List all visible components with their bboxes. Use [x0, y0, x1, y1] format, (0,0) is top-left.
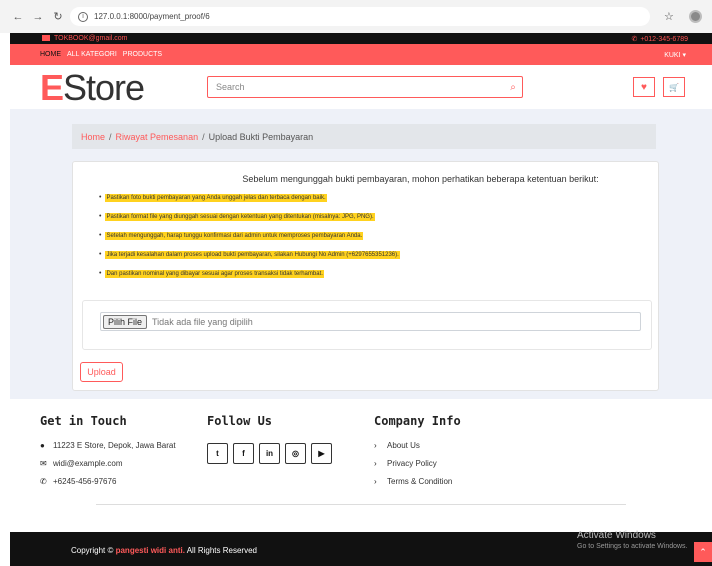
heart-icon: ♥ [641, 81, 647, 93]
footer-email: ✉ widi@example.com [40, 459, 123, 468]
upload-card: Sebelum mengunggah bukti pembayaran, moh… [72, 161, 659, 391]
cart-button[interactable]: 🛒 [663, 77, 685, 97]
footer-address: ● 11223 E Store, Depok, Jawa Barat [40, 441, 176, 450]
menu-all-kategori[interactable]: ALL KATEGORI [67, 51, 117, 58]
site-header: EStore Search ⌕ ♥ 🛒 [10, 65, 712, 109]
breadcrumb-orders[interactable]: Riwayat Pemesanan [116, 132, 199, 142]
file-input[interactable]: Pilih File Tidak ada file yang dipilih [100, 312, 641, 331]
site-footer: Get in Touch ● 11223 E Store, Depok, Jawa… [10, 399, 712, 532]
footer-link-about[interactable]: › About Us [374, 441, 420, 450]
footer-link-privacy[interactable]: › Privacy Policy [374, 459, 437, 468]
bookmark-star-icon[interactable]: ☆ [664, 10, 674, 23]
upload-button[interactable]: Upload [80, 362, 123, 382]
url-text: 127.0.0.1:8000/payment_proof/6 [94, 12, 210, 21]
breadcrumb-home[interactable]: Home [81, 132, 105, 142]
mail-icon: ✉ [40, 459, 47, 468]
facebook-icon[interactable]: f [233, 443, 254, 464]
chevron-right-icon: › [374, 477, 377, 486]
phone-icon: ✆ [40, 477, 47, 486]
footer-follow-title: Follow Us [207, 414, 273, 428]
topbar-email: TOKBOOK@gmail.com [42, 35, 128, 42]
menu-products[interactable]: PRODUCTS [123, 51, 162, 58]
topbar-phone: ✆ +012-345-6789 [631, 35, 688, 43]
breadcrumb-current: Upload Bukti Pembayaran [208, 131, 314, 142]
forward-icon[interactable]: → [30, 9, 46, 25]
footer-phone: ✆ +6245-456-97676 [40, 477, 117, 486]
chevron-right-icon: › [374, 441, 377, 450]
phone-icon: ✆ [631, 35, 638, 43]
upload-rules: • Pastikan foto bukti pembayaran yang And… [99, 194, 400, 289]
reload-icon[interactable]: ↻ [50, 9, 66, 25]
chevron-right-icon: › [374, 459, 377, 468]
linkedin-icon[interactable]: in [259, 443, 280, 464]
chevron-up-icon: ⌃ [699, 546, 707, 557]
mail-icon [42, 35, 50, 41]
search-icon[interactable]: ⌕ [504, 82, 522, 93]
copyright-text: Copyright © pangesti widi anti. All Righ… [71, 546, 257, 555]
site-info-icon[interactable]: i [78, 11, 88, 22]
youtube-icon[interactable]: ▶ [311, 443, 332, 464]
search-box: Search ⌕ [207, 76, 523, 98]
copyright-bar: Copyright © pangesti widi anti. All Righ… [10, 530, 712, 566]
user-menu[interactable]: KUKI ▾ [664, 51, 686, 59]
breadcrumb-separator: / [202, 131, 205, 142]
cart-icon: 🛒 [669, 82, 679, 92]
choose-file-button[interactable]: Pilih File [103, 314, 148, 329]
file-upload-section: Pilih File Tidak ada file yang dipilih [82, 300, 652, 350]
upload-intro: Sebelum mengunggah bukti pembayaran, moh… [242, 174, 599, 184]
rule-item: • Setelah mengunggah, harap tunggu konfir… [99, 232, 364, 240]
footer-contact-title: Get in Touch [40, 414, 127, 428]
breadcrumb: Home / Riwayat Pemesanan / Upload Bukti … [72, 124, 656, 149]
top-contact-bar: TOKBOOK@gmail.com ✆ +012-345-6789 [10, 33, 712, 44]
menu-home[interactable]: HOME [40, 51, 61, 58]
footer-company-title: Company Info [374, 414, 461, 428]
rule-item: • Pastikan format file yang diunggah sesu… [99, 213, 375, 221]
back-icon[interactable]: ← [10, 9, 26, 25]
instagram-icon[interactable]: ◎ [285, 443, 306, 464]
address-bar[interactable]: i 127.0.0.1:8000/payment_proof/6 [70, 7, 650, 26]
search-input[interactable]: Search [208, 82, 504, 92]
footer-divider [96, 504, 626, 505]
file-status: Tidak ada file yang dipilih [152, 316, 253, 327]
profile-avatar[interactable] [689, 10, 702, 23]
browser-toolbar: ← → ↻ i 127.0.0.1:8000/payment_proof/6 ☆ [0, 0, 712, 33]
page: ← → ↻ i 127.0.0.1:8000/payment_proof/6 ☆… [0, 0, 712, 566]
store-logo[interactable]: EStore [40, 67, 145, 109]
back-to-top-button[interactable]: ⌃ [694, 542, 712, 562]
rule-item: • Dan pastikan nominal yang dibayar sesua… [99, 270, 324, 278]
wishlist-button[interactable]: ♥ [633, 77, 655, 97]
breadcrumb-separator: / [109, 131, 112, 142]
rule-item: • Jika terjadi kesalahan dalam proses upl… [99, 251, 400, 259]
rule-item: • Pastikan foto bukti pembayaran yang And… [99, 194, 327, 202]
twitter-icon[interactable]: t [207, 443, 228, 464]
windows-watermark-subtitle: Go to Settings to activate Windows. [577, 543, 688, 550]
map-pin-icon: ● [40, 441, 45, 450]
main-menu: HOME ALL KATEGORI PRODUCTS KUKI ▾ [10, 44, 712, 65]
main-content: Home / Riwayat Pemesanan / Upload Bukti … [10, 109, 712, 399]
footer-link-terms[interactable]: › Terms & Condition [374, 477, 452, 486]
windows-watermark-title: Activate Windows [577, 530, 656, 541]
